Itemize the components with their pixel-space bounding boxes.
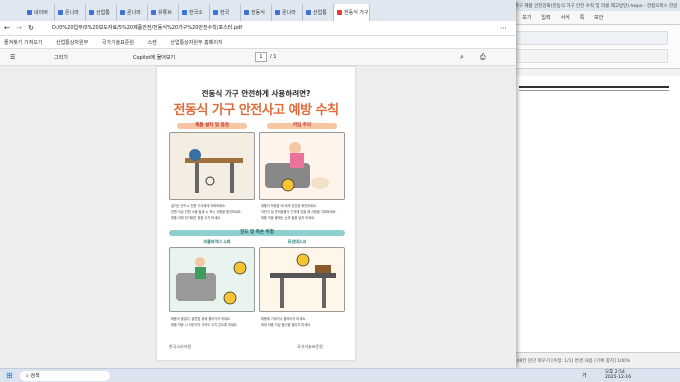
bookmark-5[interactable]: 산업통상자원부 홈페이지 [170, 40, 222, 46]
hwp-menu-insert[interactable]: 입력 [541, 15, 550, 21]
tip-1b: 전원 이상 전원 소음 발생 시 즉시 사용을 중지하세요. [171, 210, 242, 214]
list-icon[interactable]: ☰ [10, 54, 15, 61]
recliner-tip-illustration [176, 257, 247, 305]
search-label: 검색 [30, 373, 40, 379]
clock-date[interactable]: 2025-12-16 [605, 375, 631, 380]
bookmark-4[interactable]: 스캔 [148, 40, 157, 46]
tip-2c: 제품 작동 중에는 손과 발을 넣지 마세요. [261, 216, 316, 220]
windows-icon[interactable]: ⊞ [6, 371, 13, 380]
tip-4a: 제품에 기대거나 올라타지 마세요. [261, 317, 307, 321]
menu-icon[interactable]: ⋯ [500, 24, 507, 32]
motion-desk-illustration [270, 253, 336, 308]
logo-kats: 국가기술표준원 [297, 344, 323, 349]
taskbar-search[interactable]: ⌕ 검색 [20, 371, 110, 381]
ime-indicator[interactable]: 가 [582, 372, 587, 379]
tab-9[interactable]: 온나라 [272, 4, 303, 21]
tab-4[interactable]: 온나라 [117, 4, 148, 21]
poster-title: 전동식 가구 안전사고 예방 수칙 [173, 103, 339, 118]
poster-subtitle: 전동식 가구 안전하게 사용하려면? [201, 89, 311, 98]
tab-3[interactable]: 산업통 [86, 4, 117, 21]
tip-4b: 최대 하중 이상 물건을 올리지 마세요. [261, 323, 312, 327]
refresh-icon[interactable]: ↻ [28, 24, 34, 32]
tab-6[interactable]: 한국소 [179, 4, 210, 21]
section-install: 제품 설치 및 점검 [177, 123, 247, 129]
illustration-desk [169, 132, 255, 200]
address-bar: ← → ↻ D:/0%20업무/0%20보도자료/5%20제품안전/전동식%20… [0, 21, 516, 36]
poster-page: 전동식 가구 안전하게 사용하려면? 전동식 가구 안전사고 예방 수칙 제품 … [157, 67, 355, 360]
tab-2[interactable]: 온나라 [55, 4, 86, 21]
tab-8[interactable]: 전동식 [241, 4, 272, 21]
bookmark-2[interactable]: 산업통상자원부 [56, 40, 88, 46]
tab-1[interactable]: 네이버 [24, 4, 55, 21]
page-input[interactable]: 1 [255, 52, 267, 62]
illustration-recliner-tip [169, 247, 255, 312]
hwp-menu-security[interactable]: 보안 [594, 15, 603, 21]
browser-window: 네이버 온나라 산업통 온나라 유튜브 한국소 한국 전동식 온나라 산업통 전… [0, 0, 516, 368]
tip-1c: 제품 아래 전기배선 등을 두지 마세요. [171, 216, 222, 220]
desk-illustration [185, 149, 243, 193]
sub-recliner: 리클라이너 소파 [203, 239, 231, 244]
tip-3b: 제품 작동 시 어린이가 가까이 오지 않도록 하세요. [171, 323, 238, 327]
hwp-menu-format[interactable]: 서식 [561, 15, 570, 21]
tip-2a: 제품이 작동할 때 아래 공간을 확인하세요. [261, 204, 317, 208]
section-pinch: 끼임 주의 [267, 123, 337, 129]
draw-button[interactable]: 그리기 [54, 54, 68, 61]
search-icon[interactable]: ⌕ [460, 53, 464, 62]
hwp-document[interactable] [508, 76, 680, 352]
url-input[interactable]: D:/0%20업무/0%20보도자료/5%20제품안전/전동식%20가구%20안… [52, 24, 442, 34]
hwp-menu-page[interactable]: 쪽 [580, 15, 585, 21]
bookmarks-bar: 즐겨찾기 가져오기 산업통상자원부 국가기술표준원 스캔 산업통상자원부 홈페이… [0, 36, 516, 49]
illustration-motion-desk [259, 247, 345, 312]
tab-10[interactable]: 산업통 [303, 4, 334, 21]
sub-motion-desk: 모션데스크 [287, 239, 307, 244]
tab-strip: 네이버 온나라 산업통 온나라 유튜브 한국소 한국 전동식 온나라 산업통 전… [0, 0, 516, 21]
pdf-toolbar: ☰ 그리기 1 / 1 Copilot에 물어보기 ⌕ ⎙ [0, 49, 516, 66]
tab-7[interactable]: 한국 [210, 4, 241, 21]
back-icon[interactable]: ← [4, 24, 10, 32]
section-tip-over: 전도 및 파손 위험 [169, 230, 345, 236]
forward-icon[interactable]: → [16, 24, 22, 32]
tip-2b: 어린이 및 반려동물이 근처에 있을 때 사용을 자제하세요. [261, 210, 337, 214]
hwp-menu-view[interactable]: 보기 [522, 15, 531, 21]
page-count: / 1 [270, 54, 277, 60]
copilot-button[interactable]: Copilot에 물어보기 [133, 54, 175, 61]
recliner-illustration [265, 142, 329, 192]
bookmark-3[interactable]: 국가기술표준원 [102, 40, 134, 46]
tip-1a: 설치는 반드시 전문 기사에게 의뢰하세요. [171, 204, 226, 208]
tab-active[interactable]: 전동식 가구 [334, 4, 370, 21]
taskbar: ⊞ ⌕ 검색 가 오후 2:54 2025-12-16 [0, 368, 680, 382]
save-icon[interactable]: ⎙ [480, 53, 486, 62]
logo-consumer-agency: 한국소비자원 [169, 344, 192, 349]
tab-5[interactable]: 유튜브 [148, 4, 179, 21]
tip-3a: 제품의 팔걸이, 발받침 위에 올라가지 마세요. [171, 317, 231, 321]
bookmark-1[interactable]: 즐겨찾기 가져오기 [4, 40, 42, 46]
illustration-recliner [259, 132, 345, 200]
